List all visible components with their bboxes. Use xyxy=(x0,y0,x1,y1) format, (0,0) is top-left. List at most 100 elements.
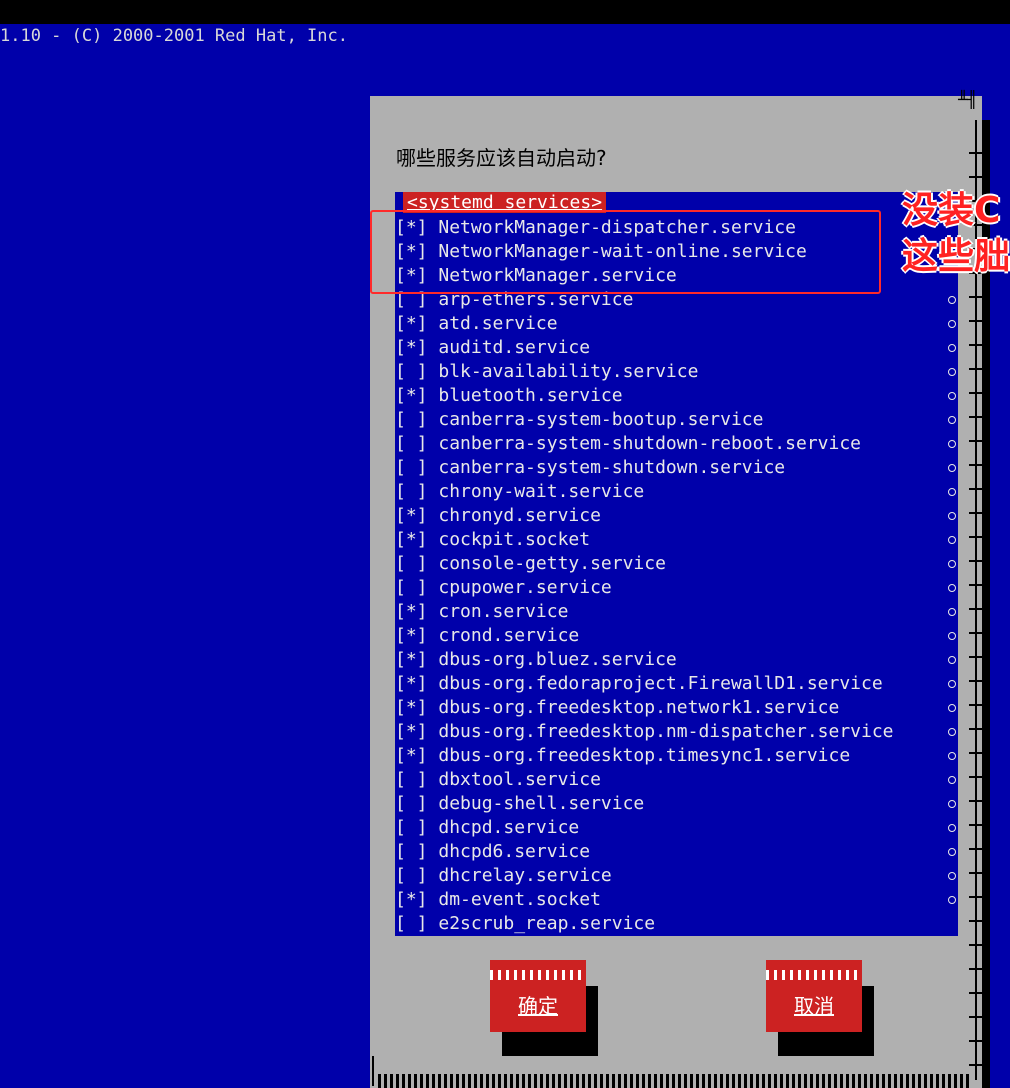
service-row[interactable]: [*] cron.service xyxy=(395,600,568,624)
service-checkbox[interactable]: [ ] xyxy=(395,481,428,502)
service-checkbox[interactable]: [*] xyxy=(395,745,428,766)
service-checkbox[interactable]: [ ] xyxy=(395,841,428,862)
service-row[interactable]: [*] crond.service xyxy=(395,624,579,648)
scrollbar-track-dot xyxy=(948,296,956,304)
service-name: cockpit.socket xyxy=(438,529,591,550)
service-checkbox[interactable]: [ ] xyxy=(395,913,428,934)
service-name: canberra-system-bootup.service xyxy=(438,409,764,430)
service-checkbox[interactable]: [ ] xyxy=(395,865,428,886)
service-row[interactable]: [ ] blk-availability.service xyxy=(395,360,698,384)
service-checkbox[interactable]: [ ] xyxy=(395,769,428,790)
services-listbox[interactable]: <systemd services> [*] NetworkManager-di… xyxy=(395,192,958,936)
service-checkbox[interactable]: [ ] xyxy=(395,553,428,574)
service-checkbox[interactable]: [ ] xyxy=(395,793,428,814)
service-row[interactable]: [*] auditd.service xyxy=(395,336,590,360)
scrollbar-track-dot xyxy=(948,872,956,880)
service-name: debug-shell.service xyxy=(438,793,645,814)
service-row[interactable]: [*] bluetooth.service xyxy=(395,384,623,408)
service-checkbox[interactable]: [*] xyxy=(395,673,428,694)
service-row[interactable]: [*] dbus-org.freedesktop.nm-dispatcher.s… xyxy=(395,720,894,744)
scrollbar-track-dot xyxy=(948,680,956,688)
service-row[interactable]: [ ] dhcpd6.service xyxy=(395,840,590,864)
service-name: canberra-system-shutdown-reboot.service xyxy=(438,433,861,454)
service-checkbox[interactable]: [*] xyxy=(395,505,428,526)
scrollbar-track-dot xyxy=(948,776,956,784)
scrollbar-track-dot xyxy=(948,656,956,664)
scrollbar-track-dot xyxy=(948,536,956,544)
service-name: atd.service xyxy=(438,313,558,334)
service-name: dbus-org.bluez.service xyxy=(438,649,677,670)
service-checkbox[interactable]: [ ] xyxy=(395,409,428,430)
terminal-top-bar xyxy=(0,0,1010,24)
service-row[interactable]: [ ] dbxtool.service xyxy=(395,768,601,792)
service-row[interactable]: [ ] console-getty.service xyxy=(395,552,666,576)
service-checkbox[interactable]: [*] xyxy=(395,625,428,646)
scrollbar-track-dot xyxy=(948,320,956,328)
service-row[interactable]: [*] atd.service xyxy=(395,312,558,336)
ok-button[interactable]: 确定 xyxy=(490,960,586,1032)
dialog-prompt: 哪些服务应该自动启动? xyxy=(396,146,607,170)
annotation-highlight-box xyxy=(370,210,881,294)
scrollbar-track-dot xyxy=(948,464,956,472)
dialog-corner-mark: ╨╢ xyxy=(958,90,978,109)
service-name: console-getty.service xyxy=(438,553,666,574)
service-checkbox[interactable]: [*] xyxy=(395,529,428,550)
service-row[interactable]: [ ] canberra-system-shutdown-reboot.serv… xyxy=(395,432,861,456)
service-row[interactable]: [ ] cpupower.service xyxy=(395,576,612,600)
service-checkbox[interactable]: [*] xyxy=(395,601,428,622)
service-name: dbus-org.freedesktop.network1.service xyxy=(438,697,840,718)
scrollbar-track-dot xyxy=(948,704,956,712)
service-row[interactable]: [*] chronyd.service xyxy=(395,504,601,528)
scrollbar-track-dot xyxy=(948,824,956,832)
service-checkbox[interactable]: [*] xyxy=(395,889,428,910)
cancel-button-label: 取消 xyxy=(794,994,834,1018)
service-row[interactable]: [ ] dhcpd.service xyxy=(395,816,579,840)
service-row[interactable]: [ ] dhcrelay.service xyxy=(395,864,612,888)
service-name: e2scrub_reap.service xyxy=(438,913,656,934)
service-row[interactable]: [ ] canberra-system-bootup.service xyxy=(395,408,763,432)
service-name: chronyd.service xyxy=(438,505,601,526)
service-name: dbus-org.fedoraproject.FirewallD1.servic… xyxy=(438,673,883,694)
service-name: bluetooth.service xyxy=(438,385,623,406)
listbox-scrollbar[interactable] xyxy=(946,288,958,908)
service-row[interactable]: [ ] e2scrub_reap.service xyxy=(395,912,655,936)
cancel-button[interactable]: 取消 xyxy=(766,960,862,1032)
service-name: dbxtool.service xyxy=(438,769,601,790)
service-row[interactable]: [*] cockpit.socket xyxy=(395,528,590,552)
service-checkbox[interactable]: [ ] xyxy=(395,433,428,454)
scrollbar-track-dot xyxy=(948,416,956,424)
service-name: auditd.service xyxy=(438,337,591,358)
ok-button-label: 确定 xyxy=(518,994,558,1018)
status-line: 1.10 - (C) 2000-2001 Red Hat, Inc. xyxy=(0,26,348,46)
service-name: dm-event.socket xyxy=(438,889,601,910)
annotation-text-line2: 这些胐 xyxy=(902,236,1010,277)
service-checkbox[interactable]: [*] xyxy=(395,337,428,358)
service-checkbox[interactable]: [ ] xyxy=(395,457,428,478)
service-checkbox[interactable]: [*] xyxy=(395,649,428,670)
scrollbar-track-dot xyxy=(948,848,956,856)
scrollbar-track-dot xyxy=(948,584,956,592)
service-checkbox[interactable]: [*] xyxy=(395,697,428,718)
service-checkbox[interactable]: [ ] xyxy=(395,817,428,838)
service-row[interactable]: [ ] debug-shell.service xyxy=(395,792,644,816)
service-row[interactable]: [*] dm-event.socket xyxy=(395,888,601,912)
service-name: cpupower.service xyxy=(438,577,612,598)
scrollbar-track-dot xyxy=(948,608,956,616)
service-name: dbus-org.freedesktop.nm-dispatcher.servi… xyxy=(438,721,894,742)
service-checkbox[interactable]: [*] xyxy=(395,721,428,742)
service-row[interactable]: [*] dbus-org.freedesktop.timesync1.servi… xyxy=(395,744,850,768)
service-row[interactable]: [*] dbus-org.freedesktop.network1.servic… xyxy=(395,696,839,720)
service-row[interactable]: [ ] chrony-wait.service xyxy=(395,480,644,504)
service-row[interactable]: [*] dbus-org.fedoraproject.FirewallD1.se… xyxy=(395,672,883,696)
service-checkbox[interactable]: [*] xyxy=(395,385,428,406)
service-row[interactable]: [ ] canberra-system-shutdown.service xyxy=(395,456,785,480)
scrollbar-track-dot xyxy=(948,800,956,808)
scrollbar-track-dot xyxy=(948,440,956,448)
scrollbar-track-dot xyxy=(948,392,956,400)
service-checkbox[interactable]: [*] xyxy=(395,313,428,334)
service-checkbox[interactable]: [ ] xyxy=(395,577,428,598)
service-row[interactable]: [*] dbus-org.bluez.service xyxy=(395,648,677,672)
service-name: cron.service xyxy=(438,601,569,622)
scrollbar-track-dot xyxy=(948,896,956,904)
service-checkbox[interactable]: [ ] xyxy=(395,361,428,382)
